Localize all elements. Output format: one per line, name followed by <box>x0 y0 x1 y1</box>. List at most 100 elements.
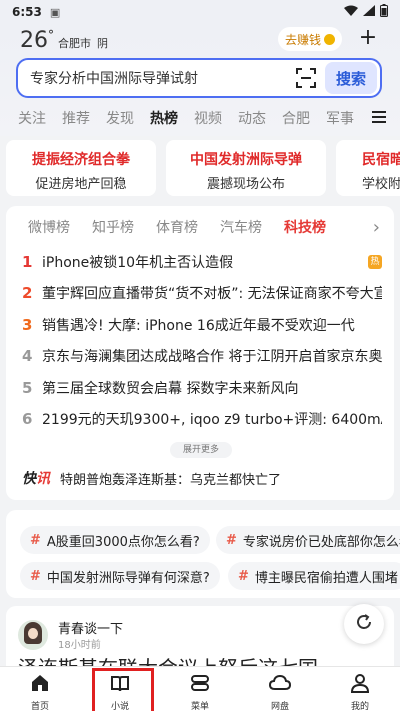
rank-item[interactable]: 5 第三届全球数贸会启幕 探数字未来新风向 <box>6 372 394 404</box>
tab-recommend[interactable]: 推荐 <box>62 108 90 128</box>
rank-title: 销售遇冷! 大摩: iPhone 16成近年最不受欢迎一代 <box>42 317 355 334</box>
coin-icon <box>324 33 335 45</box>
tab-military[interactable]: 军事 <box>326 108 354 128</box>
flash-logo-b: 讯 <box>36 471 50 487</box>
avatar[interactable] <box>18 620 48 650</box>
book-icon <box>110 673 130 697</box>
expand-more-button[interactable]: 展开更多 <box>170 442 232 458</box>
flash-text: 特朗普炮轰泽连斯基：乌克兰都快亡了 <box>60 472 282 488</box>
nav-profile[interactable]: 我的 <box>320 667 400 711</box>
hot-card[interactable]: 中国发射洲际导弹 震撼现场公布 <box>166 140 326 196</box>
earn-money-label: 去赚钱 <box>284 32 321 47</box>
ranking-card: 微博榜 知乎榜 体育榜 汽车榜 科技榜 › 1 iPhone被锁10年机主否认造… <box>6 206 394 500</box>
rank-title: 2199元的天玑9300+, iqoo z9 turbo+评测: 6400mAh… <box>42 412 382 429</box>
nav-novel[interactable]: 小说 <box>80 667 160 711</box>
topic-label: A股重回3000点你怎么看? <box>46 534 200 550</box>
tab-zhihu-rank[interactable]: 知乎榜 <box>92 217 134 237</box>
home-header: 26 ° 合肥市 阴 去赚钱 + 专家分析中国洲际导弹试射 搜索 关注 推荐 发… <box>0 24 400 136</box>
topic-label: 博主曝民宿偷拍遭人围堵 <box>254 570 398 586</box>
rank-item[interactable]: 2 董宇辉回应直播带货“货不对板”: 无法保证商家不夸大宣传 <box>6 278 394 310</box>
battery-icon <box>380 4 388 20</box>
nav-home-label: 首页 <box>30 702 49 711</box>
rank-item[interactable]: 4 京东与海澜集团达成战略合作 将于江阴开启首家京东奥莱 <box>6 341 394 373</box>
nav-cloud-label: 网盘 <box>270 702 289 711</box>
cloud-icon <box>268 673 292 697</box>
notification-icon: ▣ <box>49 5 61 19</box>
chevron-right-icon[interactable]: › <box>373 217 380 238</box>
refresh-icon <box>355 613 373 635</box>
topic-label: 专家说房价已处底部你怎么看 <box>242 534 400 550</box>
tab-hot-list[interactable]: 热榜 <box>150 108 178 128</box>
signal-icon <box>363 5 375 19</box>
flash-logo-a: 快 <box>22 471 36 487</box>
topic-pill[interactable]: # 中国发射洲际导弹有何深意? <box>20 562 220 590</box>
tab-video[interactable]: 视频 <box>194 108 222 128</box>
wifi-icon <box>344 5 358 19</box>
nav-menu-label: 菜单 <box>190 702 209 711</box>
hash-icon: # <box>30 532 41 548</box>
tab-discover[interactable]: 发现 <box>106 108 134 128</box>
hash-icon: # <box>238 568 249 584</box>
nav-home[interactable]: 首页 <box>0 667 80 711</box>
tab-tech-rank[interactable]: 科技榜 <box>284 217 326 237</box>
weather-condition: 阴 <box>97 37 108 50</box>
rank-number: 4 <box>22 347 33 366</box>
tab-weibo-rank[interactable]: 微博榜 <box>28 217 70 237</box>
ranking-list: 1 iPhone被锁10年机主否认造假 热 2 董宇辉回应直播带货“货不对板”:… <box>6 246 394 435</box>
rank-title: iPhone被锁10年机主否认造假 <box>42 254 234 271</box>
rank-number: 6 <box>22 410 33 429</box>
temperature: 26 <box>20 28 48 53</box>
user-icon <box>350 673 370 697</box>
tab-auto-rank[interactable]: 汽车榜 <box>220 217 262 237</box>
topic-pill[interactable]: # 专家说房价已处底部你怎么看 <box>216 526 400 554</box>
tab-hefei[interactable]: 合肥 <box>282 108 310 128</box>
menu-icon <box>190 673 210 697</box>
post-author[interactable]: 青春谈一下 <box>58 618 123 637</box>
rank-number: 1 <box>22 252 33 271</box>
hot-card-title: 中国发射洲际导弹 <box>190 152 302 168</box>
nav-menu[interactable]: 菜单 <box>160 667 240 711</box>
search-input[interactable]: 专家分析中国洲际导弹试射 <box>18 68 295 88</box>
topics-card: # A股重回3000点你怎么看? # 专家说房价已处底部你怎么看 # 中国发射洲… <box>6 510 400 598</box>
nav-cloud-drive[interactable]: 网盘 <box>240 667 320 711</box>
rank-item[interactable]: 1 iPhone被锁10年机主否认造假 热 <box>6 246 394 278</box>
hot-badge: 热 <box>368 254 382 269</box>
hot-card[interactable]: 提振经济组合拳 促进房地产回稳 <box>6 140 156 196</box>
post-headline[interactable]: 泽连斯基在联大会议上怒斥这七国 <box>18 652 318 666</box>
search-button[interactable]: 搜索 <box>325 62 377 94</box>
hot-card[interactable]: 民宿暗 学校附 <box>336 140 400 196</box>
status-time: 6:53 <box>12 5 42 19</box>
hot-card-subtitle: 震撼现场公布 <box>206 177 285 192</box>
tab-follow[interactable]: 关注 <box>18 108 46 128</box>
hot-card-title: 民宿暗 <box>362 152 400 168</box>
status-bar: 6:53 ▣ <box>0 0 400 24</box>
tab-sports-rank[interactable]: 体育榜 <box>156 217 198 237</box>
rank-item[interactable]: 6 2199元的天玑9300+, iqoo z9 turbo+评测: 6400m… <box>6 404 394 436</box>
degree-symbol: ° <box>48 28 54 42</box>
rank-item[interactable]: 3 销售遇冷! 大摩: iPhone 16成近年最不受欢迎一代 <box>6 309 394 341</box>
bottom-navigation: 首页 小说 菜单 网盘 我的 <box>0 666 400 711</box>
rank-number: 2 <box>22 284 33 303</box>
topic-pill[interactable]: # A股重回3000点你怎么看? <box>20 526 210 554</box>
search-bar[interactable]: 专家分析中国洲际导弹试射 搜索 <box>16 58 382 98</box>
rank-title: 第三届全球数贸会启幕 探数字未来新风向 <box>42 380 299 397</box>
tab-moments[interactable]: 动态 <box>238 108 266 128</box>
news-flash[interactable]: 快讯 特朗普炮轰泽连斯基：乌克兰都快亡了 <box>22 468 281 488</box>
weather-widget[interactable]: 26 ° 合肥市 阴 <box>20 28 108 53</box>
refresh-button[interactable] <box>344 604 384 644</box>
rank-title: 京东与海澜集团达成战略合作 将于江阴开启首家京东奥莱 <box>42 349 382 366</box>
rank-number: 5 <box>22 378 33 397</box>
channel-tabs: 关注 推荐 发现 热榜 视频 动态 合肥 军事 <box>0 106 400 130</box>
city-name: 合肥市 <box>58 37 91 50</box>
earn-money-button[interactable]: 去赚钱 <box>278 27 342 51</box>
scan-icon[interactable] <box>295 67 317 89</box>
channel-menu-icon[interactable] <box>372 111 386 126</box>
feed-post[interactable]: 青春谈一下 18小时前 泽连斯基在联大会议上怒斥这七国 <box>6 606 394 666</box>
rank-title: 董宇辉回应直播带货“货不对板”: 无法保证商家不夸大宣传 <box>42 286 382 303</box>
hot-card-title: 提振经济组合拳 <box>32 152 130 168</box>
hot-card-subtitle: 促进房地产回稳 <box>35 177 127 192</box>
hash-icon: # <box>30 568 41 584</box>
add-button[interactable]: + <box>356 27 380 51</box>
topic-pill[interactable]: # 博主曝民宿偷拍遭人围堵 <box>228 562 400 590</box>
hot-card-subtitle: 学校附 <box>362 177 400 192</box>
